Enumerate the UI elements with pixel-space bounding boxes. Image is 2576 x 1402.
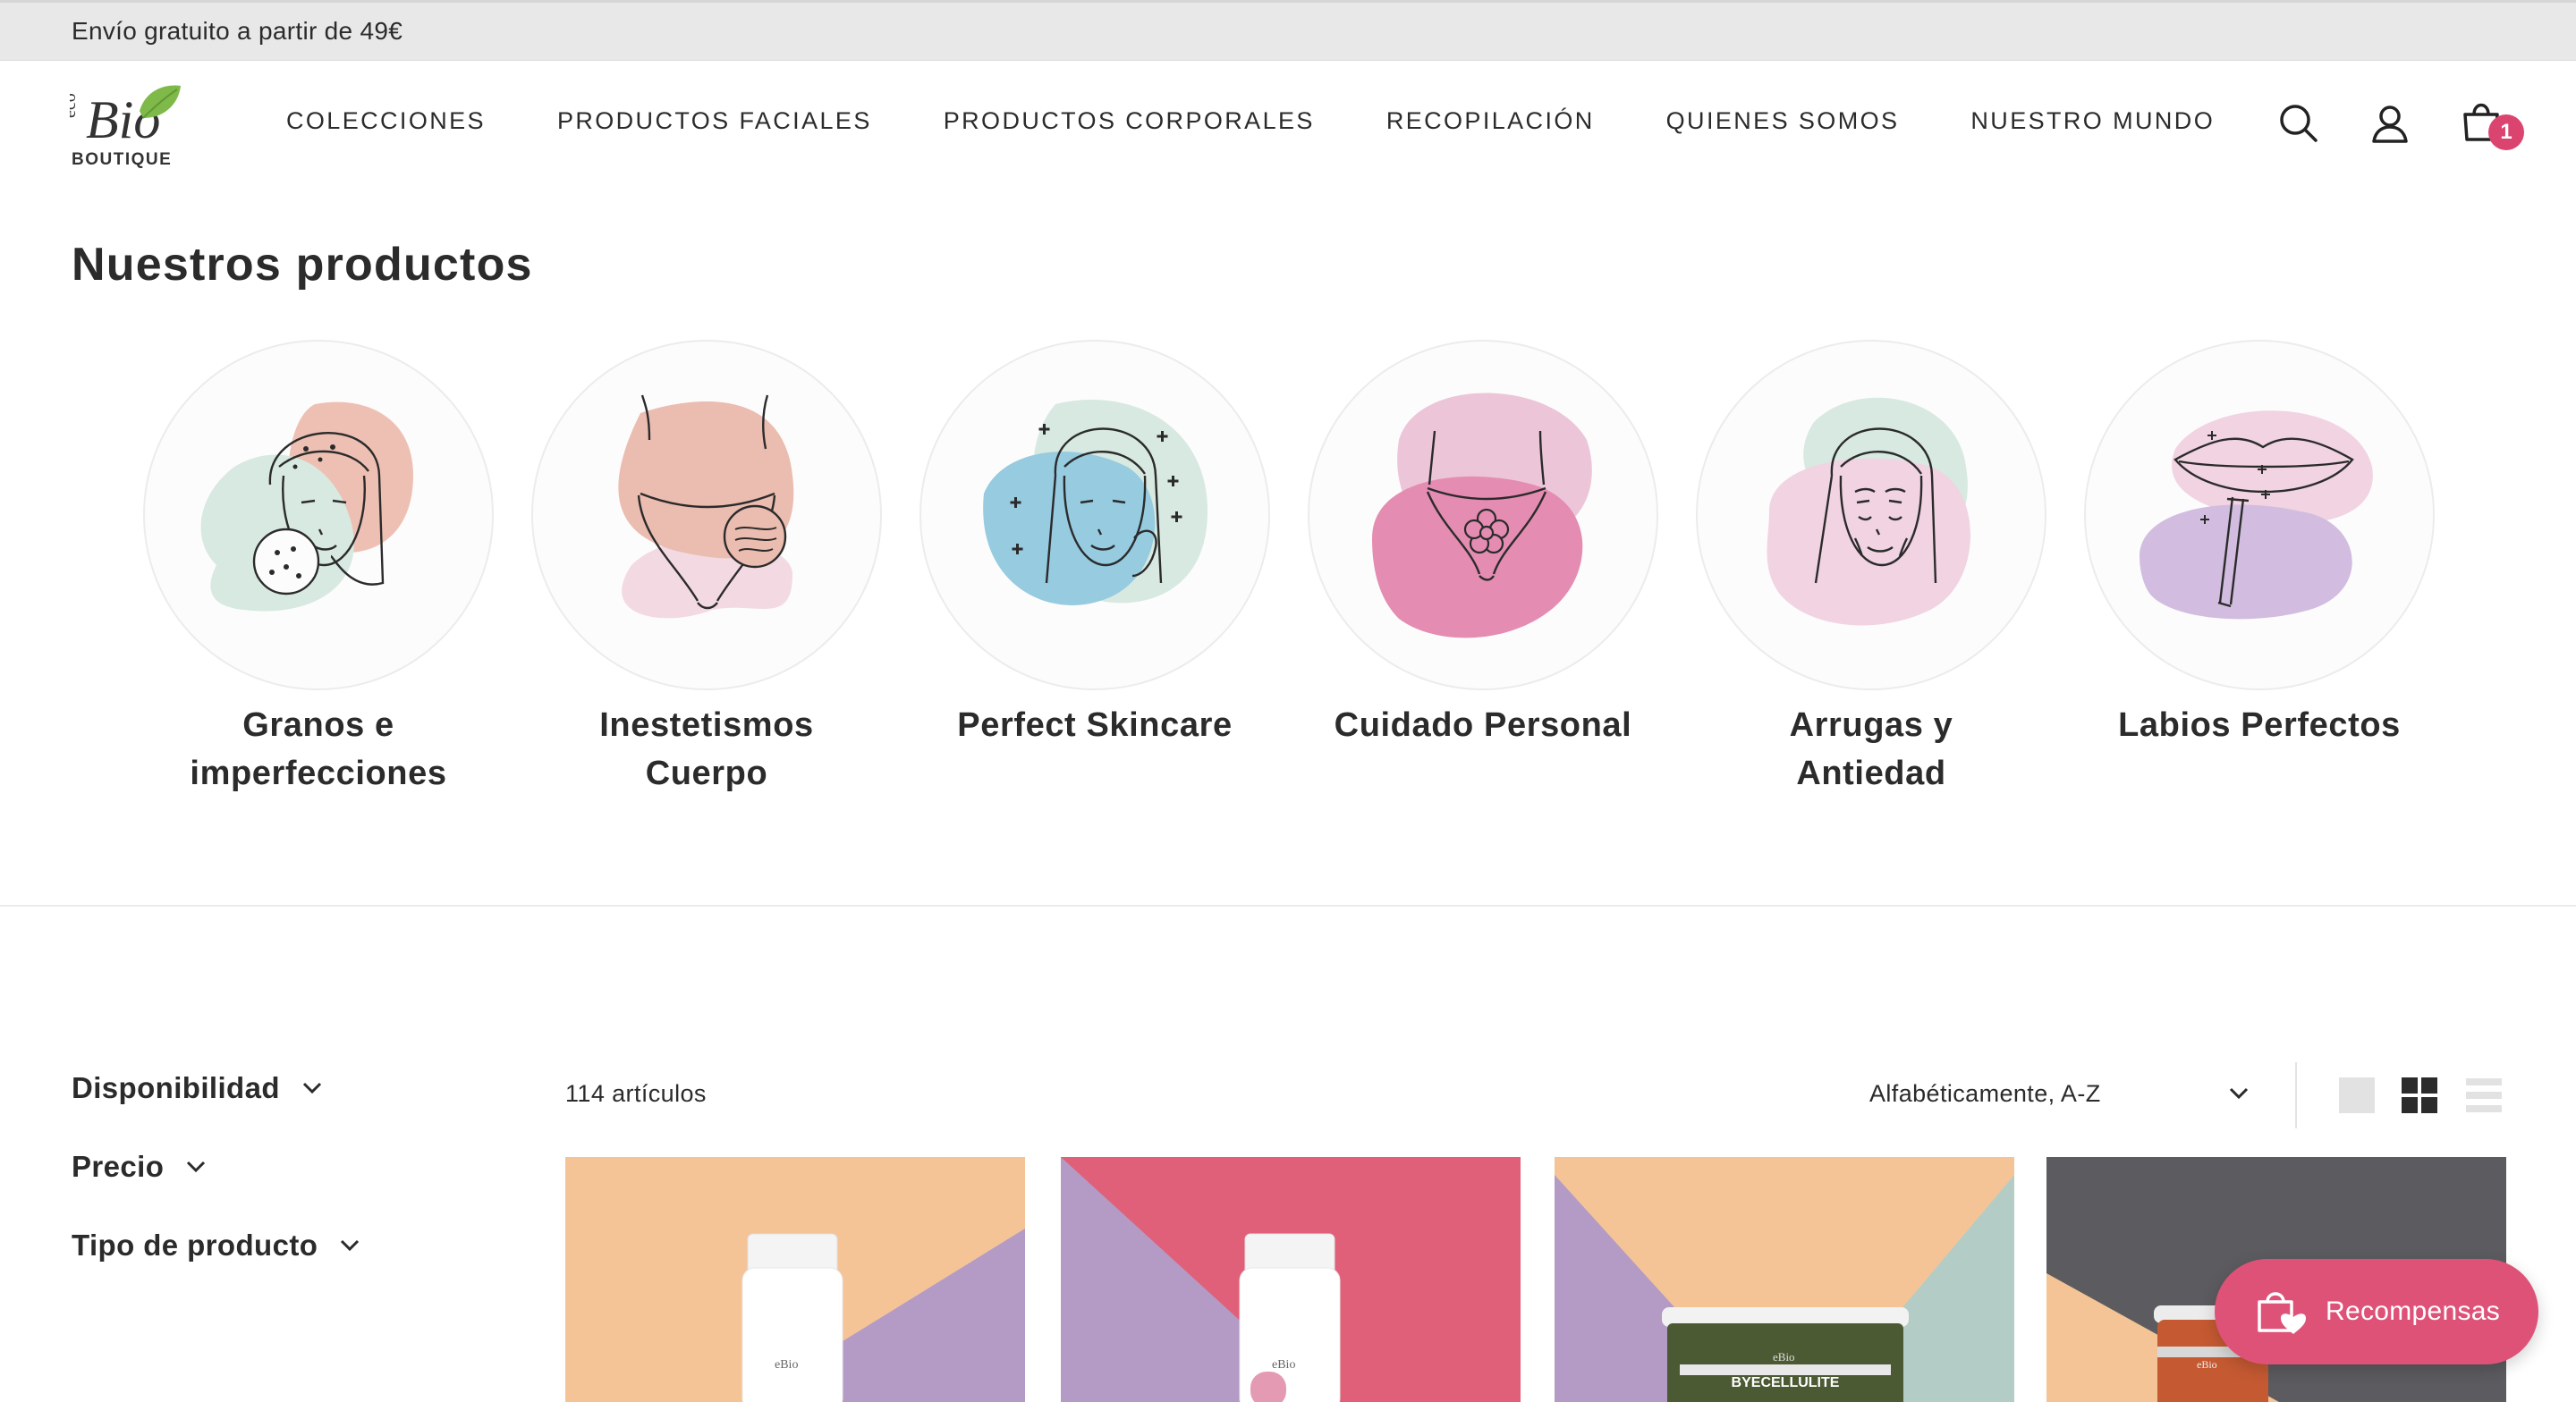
nav-item-productos-faciales[interactable]: PRODUCTOS FACIALES — [557, 107, 872, 135]
sort-select[interactable]: Alfabéticamente, A-Z — [1869, 1080, 2101, 1108]
lips-illustration-icon — [2140, 410, 2373, 620]
small-grid-view-icon[interactable] — [2401, 1077, 2438, 1114]
skincare-face-illustration-icon — [983, 400, 1208, 605]
category-label-line1: Labios Perfectos — [2118, 706, 2401, 744]
category-label-line2: imperfecciones — [190, 755, 447, 792]
toolbar-separator — [2295, 1062, 2297, 1128]
product-image: eBio — [565, 1157, 1025, 1402]
section-divider — [0, 905, 2576, 907]
site-header: eco Bio BOUTIQUE COLECCIONES PRODUCTOS F… — [0, 61, 2576, 186]
category-label-line1: Inestetismos — [599, 706, 814, 744]
nav-item-productos-corporales[interactable]: PRODUCTOS CORPORALES — [944, 107, 1315, 135]
category-label-line1: Cuidado Personal — [1334, 706, 1632, 744]
aging-face-illustration-icon — [1767, 397, 1970, 626]
product-image: BYECELLULITE eBio — [1555, 1157, 2014, 1402]
category-image — [1308, 340, 1658, 690]
jar-label: BYECELLULITE — [1732, 1375, 1840, 1390]
intimate-care-illustration-icon — [1372, 393, 1592, 638]
product-image: eBio — [1061, 1157, 1521, 1402]
product-card[interactable]: BYECELLULITE eBio — [1555, 1157, 2014, 1402]
product-card[interactable]: eBio — [565, 1157, 1025, 1402]
logo-text: BOUTIQUE — [72, 150, 173, 169]
svg-text:eBio: eBio — [1773, 1350, 1795, 1364]
category-label-line2: Cuerpo — [645, 755, 768, 792]
chevron-down-icon — [341, 1239, 360, 1252]
account-icon[interactable] — [2367, 100, 2413, 147]
shopping-bag-heart-icon — [2258, 1292, 2306, 1334]
nav-item-quienes-somos[interactable]: QUIENES SOMOS — [1666, 107, 1900, 135]
category-cuidado-personal[interactable]: Cuidado Personal — [1304, 340, 1662, 749]
category-label-line1: Arrugas y — [1789, 706, 1953, 744]
category-image — [919, 340, 1270, 690]
category-perfect-skincare[interactable]: Perfect Skincare — [916, 340, 1274, 749]
announcement-text: Envío gratuito a partir de 49€ — [72, 17, 403, 45]
cart-count-badge: 1 — [2488, 114, 2524, 150]
category-image — [2084, 340, 2435, 690]
list-view-icon[interactable] — [2465, 1077, 2503, 1114]
nav-item-recopilacion[interactable]: RECOPILACIÓN — [1386, 107, 1595, 135]
category-image — [531, 340, 882, 690]
category-image — [1696, 340, 2046, 690]
chevron-down-icon — [187, 1161, 206, 1173]
rewards-label: Recompensas — [2326, 1296, 2501, 1326]
category-carousel: Granos e imperfecciones Inestetismos Cue… — [0, 340, 2576, 805]
product-card[interactable]: eBio — [1061, 1157, 1521, 1402]
product-count: 114 artículos — [565, 1080, 707, 1107]
svg-text:eBio: eBio — [775, 1358, 798, 1372]
announcement-bar: Envío gratuito a partir de 49€ — [0, 0, 2576, 61]
category-label-line2: Antiedad — [1796, 755, 1946, 792]
filter-precio[interactable]: Precio — [72, 1150, 207, 1184]
nav-item-colecciones[interactable]: COLECCIONES — [286, 107, 486, 135]
filter-label: Precio — [72, 1150, 165, 1183]
category-labios[interactable]: Labios Perfectos — [2080, 340, 2438, 749]
category-granos[interactable]: Granos e imperfecciones — [140, 340, 497, 798]
filter-label: Disponibilidad — [72, 1071, 280, 1104]
filter-disponibilidad[interactable]: Disponibilidad — [72, 1071, 323, 1105]
acne-face-illustration-icon — [200, 401, 413, 612]
rewards-button[interactable]: Recompensas — [2215, 1259, 2538, 1364]
svg-text:eBio: eBio — [1272, 1358, 1295, 1372]
svg-text:eco: eco — [70, 93, 80, 118]
filter-tipo-de-producto[interactable]: Tipo de producto — [72, 1229, 360, 1263]
search-icon[interactable] — [2275, 100, 2322, 147]
chevron-down-icon[interactable] — [2227, 1085, 2250, 1102]
category-image — [143, 340, 494, 690]
category-label-line1: Perfect Skincare — [957, 706, 1233, 744]
large-grid-view-icon[interactable] — [2338, 1077, 2376, 1114]
category-label-line1: Granos e — [242, 706, 394, 744]
main-nav: COLECCIONES PRODUCTOS FACIALES PRODUCTOS… — [286, 107, 2286, 135]
nav-item-nuestro-mundo[interactable]: NUESTRO MUNDO — [1970, 107, 2215, 135]
filter-label: Tipo de producto — [72, 1229, 318, 1262]
svg-text:eBio: eBio — [2197, 1358, 2217, 1371]
site-logo[interactable]: eco Bio BOUTIQUE — [60, 79, 186, 169]
body-illustration-icon — [618, 394, 794, 619]
page-title: Nuestros productos — [72, 239, 533, 291]
category-arrugas[interactable]: Arrugas y Antiedad — [1692, 340, 2050, 798]
category-inestetismos[interactable]: Inestetismos Cuerpo — [528, 340, 886, 798]
chevron-down-icon — [302, 1082, 321, 1094]
